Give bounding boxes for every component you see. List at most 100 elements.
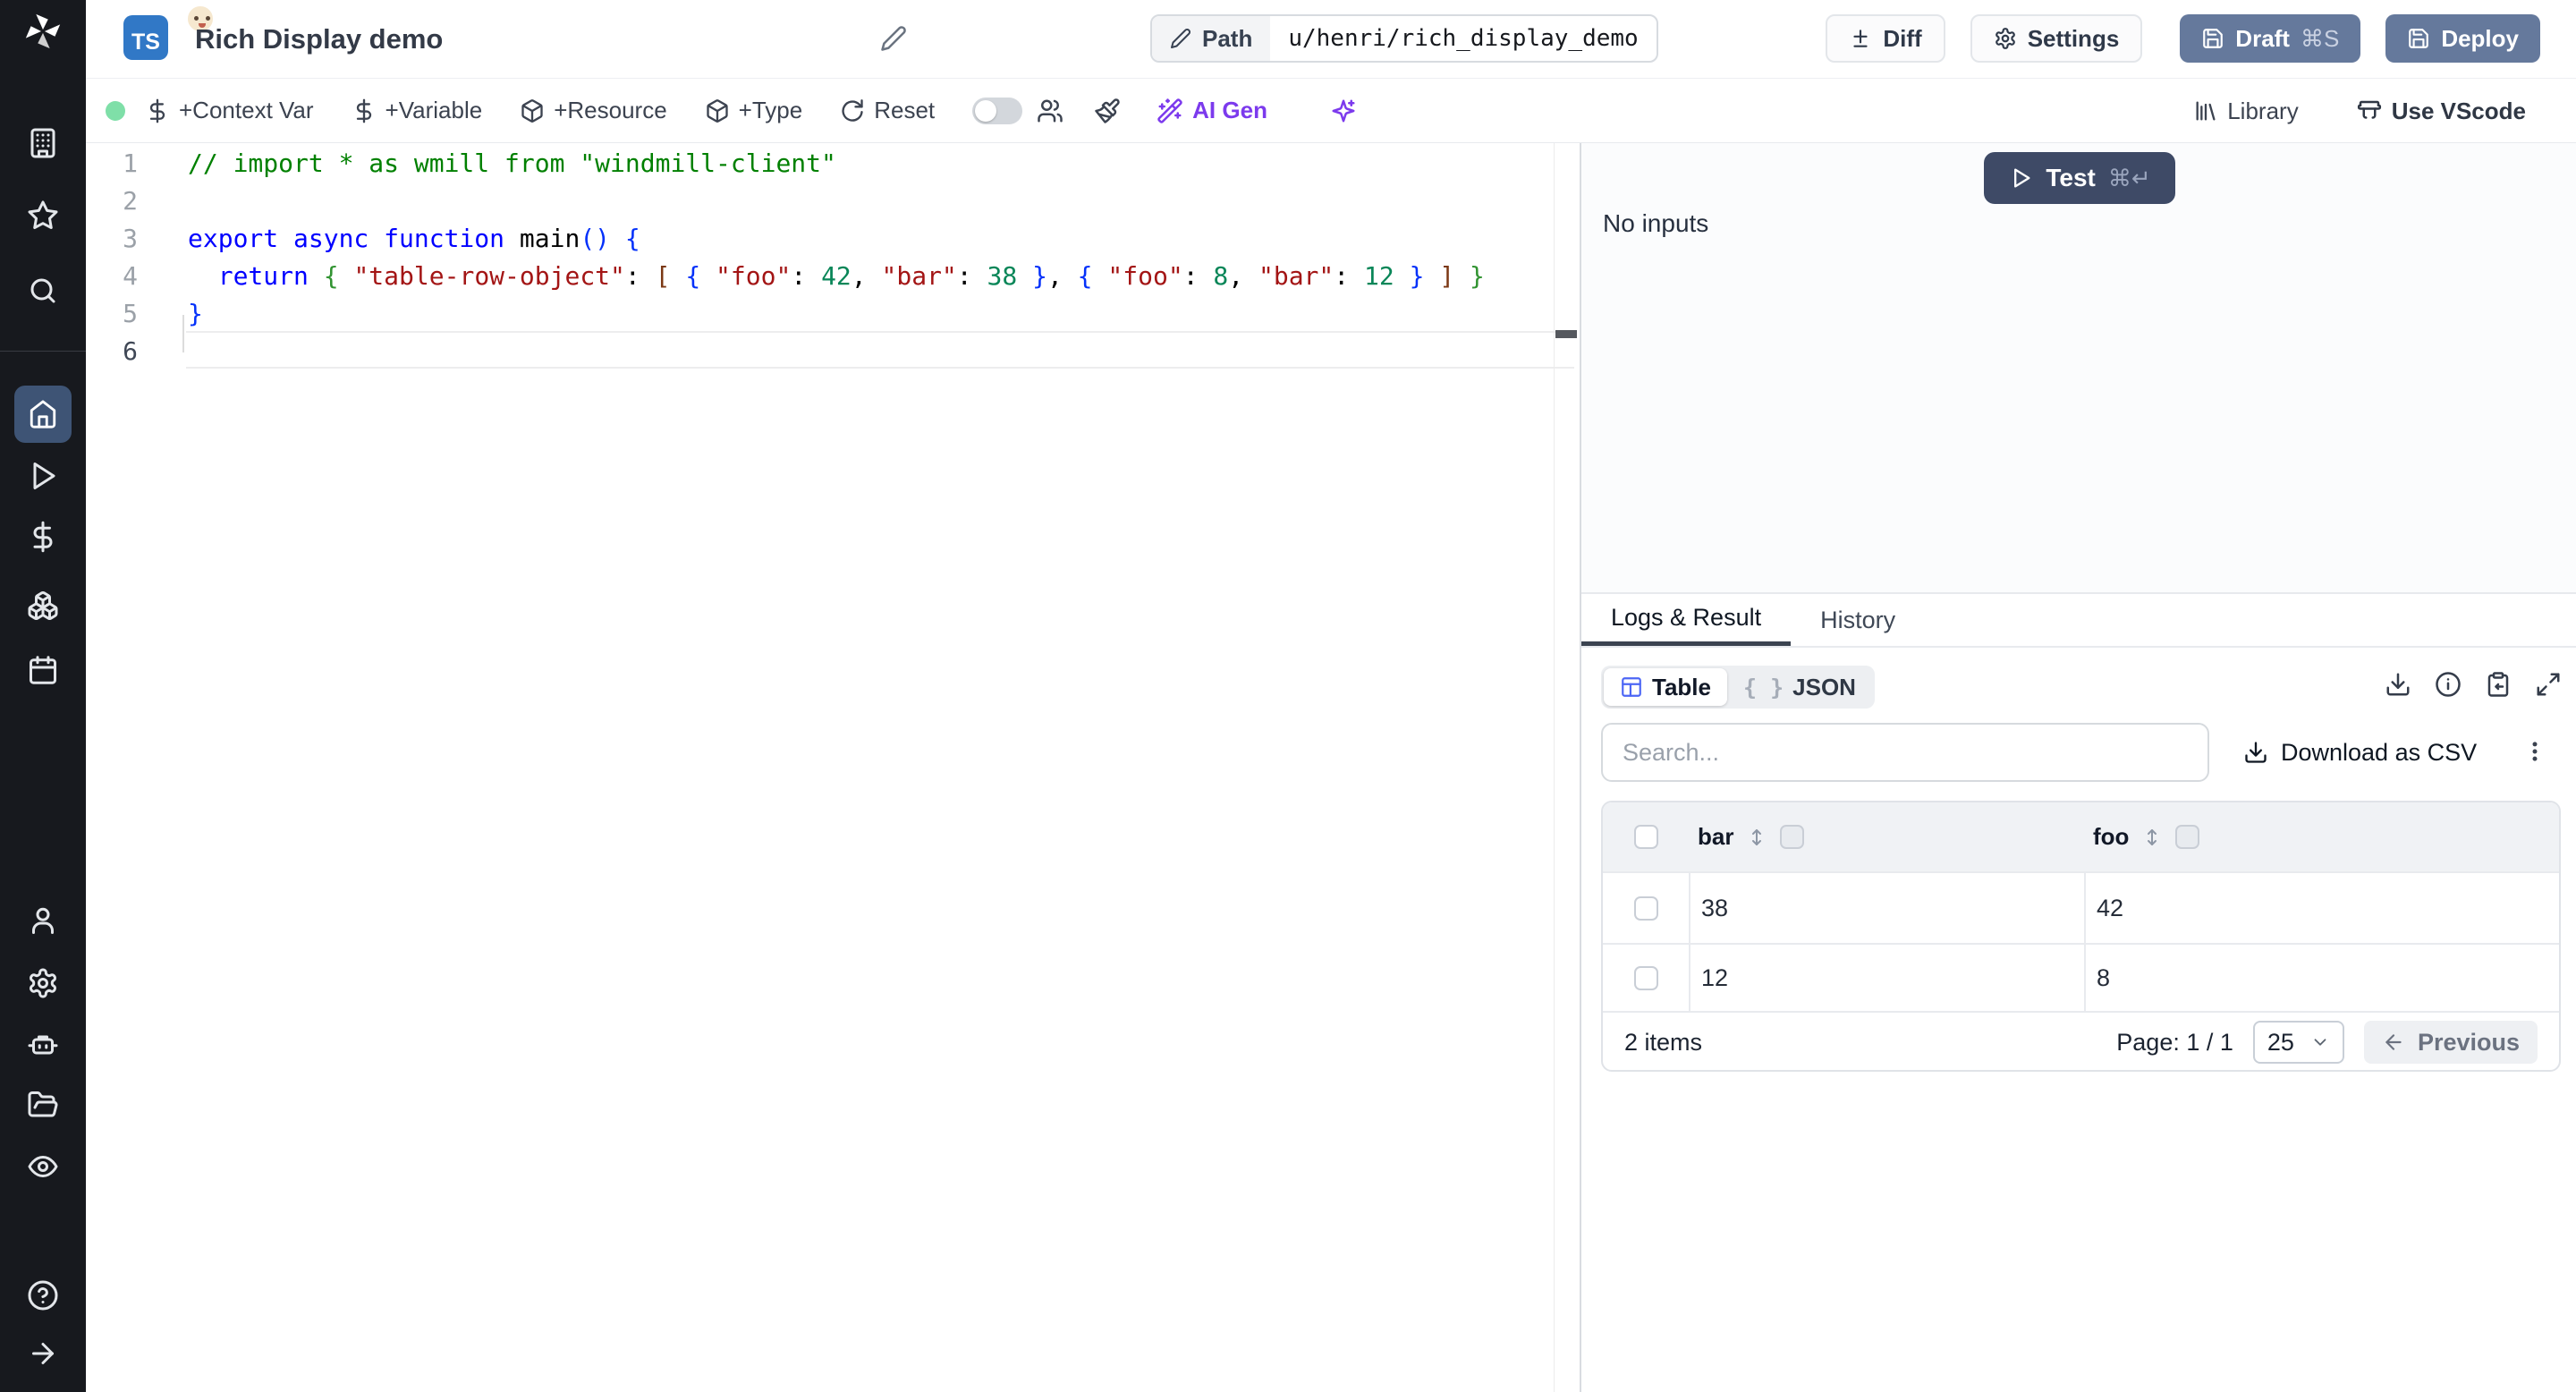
format-paintbrush-icon[interactable] xyxy=(1094,98,1121,124)
sidebar-item-schedules-calendar-icon[interactable] xyxy=(0,654,86,686)
select-all-checkbox[interactable] xyxy=(1633,825,1658,849)
code-token: "foo" xyxy=(1107,261,1183,291)
code-token: main xyxy=(519,224,580,253)
save-icon xyxy=(2407,27,2430,50)
deploy-label: Deploy xyxy=(2441,24,2519,52)
sidebar-item-workers-bot-icon[interactable] xyxy=(0,1029,86,1061)
result-table: bar foo 38 42 12 8 2 items Page: 1 / 1 2… xyxy=(1601,801,2561,1072)
view-toggle-json[interactable]: { } JSON xyxy=(1727,668,1872,706)
sparkles-icon[interactable] xyxy=(1330,98,1357,124)
code-token: } xyxy=(1032,261,1047,291)
scrollbar-cursor-marker[interactable] xyxy=(1555,330,1577,338)
diff-button[interactable]: Diff xyxy=(1826,14,1945,63)
add-variable-button[interactable]: +Variable xyxy=(352,97,482,124)
sidebar-item-home[interactable] xyxy=(14,386,72,443)
code-token: { xyxy=(624,224,640,253)
add-context-var-button[interactable]: +Context Var xyxy=(145,97,314,124)
add-type-button[interactable]: +Type xyxy=(705,97,802,124)
reset-button[interactable]: Reset xyxy=(840,97,935,124)
sidebar-item-users-icon[interactable] xyxy=(0,904,86,937)
sidebar-item-variables-dollar-icon[interactable] xyxy=(0,521,86,553)
code-token: 8 xyxy=(1213,261,1229,291)
sidebar-item-audit-eye-icon[interactable] xyxy=(0,1150,86,1183)
test-button[interactable]: Test ⌘↵ xyxy=(1984,152,2175,204)
edit-title-pencil-icon[interactable] xyxy=(880,25,907,52)
table-icon xyxy=(1620,675,1643,699)
info-icon[interactable] xyxy=(2435,671,2462,698)
dollar-icon xyxy=(145,98,170,123)
column-filter-checkbox[interactable] xyxy=(2175,825,2200,849)
row-checkbox[interactable] xyxy=(1633,895,1658,921)
sort-icon[interactable] xyxy=(2141,827,2163,848)
package-icon xyxy=(520,98,545,123)
no-inputs-text: No inputs xyxy=(1603,209,1709,237)
search-icon[interactable] xyxy=(0,275,86,307)
sidebar-item-settings-gear-icon[interactable] xyxy=(0,967,86,999)
workspace-icon[interactable] xyxy=(0,127,86,159)
ai-gen-button[interactable]: AI Gen xyxy=(1157,97,1267,124)
tab-history[interactable]: History xyxy=(1791,594,1925,646)
column-filter-checkbox[interactable] xyxy=(1780,825,1805,849)
settings-label: Settings xyxy=(2027,24,2120,52)
view-json-label: JSON xyxy=(1792,673,1856,700)
code-editor[interactable]: 1 2 3 4 5 6 // import * as wmill from "w… xyxy=(86,143,1580,1392)
dollar-icon xyxy=(352,98,377,123)
code-token: { xyxy=(323,261,339,291)
code-token: { xyxy=(1077,261,1093,291)
code-token: } xyxy=(1409,261,1425,291)
arrow-left-icon xyxy=(2382,1031,2405,1054)
items-count: 2 items xyxy=(1624,1028,1703,1056)
table-row: 12 8 xyxy=(1603,943,2559,1011)
code-line-5: } xyxy=(188,295,203,333)
line-number: 2 xyxy=(123,186,138,216)
code-token: "bar" xyxy=(1258,261,1335,291)
sort-icon[interactable] xyxy=(1746,827,1767,848)
previous-page-button[interactable]: Previous xyxy=(2363,1021,2538,1064)
add-context-var-label: +Context Var xyxy=(179,97,314,123)
table-header-cell: bar xyxy=(1689,802,2084,871)
favorites-star-icon[interactable] xyxy=(0,199,86,232)
clipboard-copy-icon[interactable] xyxy=(2485,671,2512,698)
current-line-highlight xyxy=(186,331,1574,369)
multiplayer-users-icon[interactable] xyxy=(1037,98,1063,124)
path-label: Path xyxy=(1202,24,1253,52)
add-resource-label: +Resource xyxy=(554,97,667,123)
download-icon[interactable] xyxy=(2385,671,2411,698)
path-button[interactable]: Path u/henri/rich_display_demo xyxy=(1150,14,1658,63)
row-checkbox[interactable] xyxy=(1633,965,1658,990)
sidebar-item-folders-icon[interactable] xyxy=(0,1089,86,1121)
help-icon[interactable] xyxy=(0,1279,86,1311)
code-token: ] xyxy=(1439,261,1455,291)
code-token: { xyxy=(685,261,701,291)
run-section: Test ⌘↵ No inputs xyxy=(1581,143,2576,592)
collapse-arrow-icon[interactable] xyxy=(0,1337,86,1370)
previous-label: Previous xyxy=(2417,1028,2520,1056)
page-size-select[interactable]: 25 xyxy=(2252,1021,2344,1064)
code-token: , xyxy=(1046,261,1078,291)
use-vscode-button[interactable]: Use VScode xyxy=(2356,98,2526,125)
sidebar-item-resources-boxes-icon[interactable] xyxy=(0,590,86,622)
expand-icon[interactable] xyxy=(2535,671,2562,698)
draft-button[interactable]: Draft ⌘S xyxy=(2180,14,2361,63)
more-options-kebab-icon[interactable] xyxy=(2517,734,2553,769)
code-token: , xyxy=(1228,261,1258,291)
sidebar-item-runs-play-icon[interactable] xyxy=(0,460,86,492)
windmill-logo[interactable] xyxy=(0,11,86,52)
settings-button[interactable]: Settings xyxy=(1970,14,2143,63)
tab-logs-result[interactable]: Logs & Result xyxy=(1581,594,1792,646)
code-token: , xyxy=(851,261,882,291)
view-toggle-table[interactable]: Table xyxy=(1604,668,1727,706)
diff-mode-toggle[interactable] xyxy=(972,97,1023,124)
code-token: : xyxy=(791,261,822,291)
deploy-button[interactable]: Deploy xyxy=(2385,14,2540,63)
use-vscode-label: Use VScode xyxy=(2391,97,2526,124)
table-cell: 42 xyxy=(2084,873,2559,943)
add-resource-button[interactable]: +Resource xyxy=(520,97,667,124)
search-input[interactable] xyxy=(1601,723,2209,782)
download-csv-button[interactable]: Download as CSV xyxy=(2243,723,2477,782)
code-token: return xyxy=(217,261,309,291)
library-button[interactable]: Library xyxy=(2193,98,2299,125)
